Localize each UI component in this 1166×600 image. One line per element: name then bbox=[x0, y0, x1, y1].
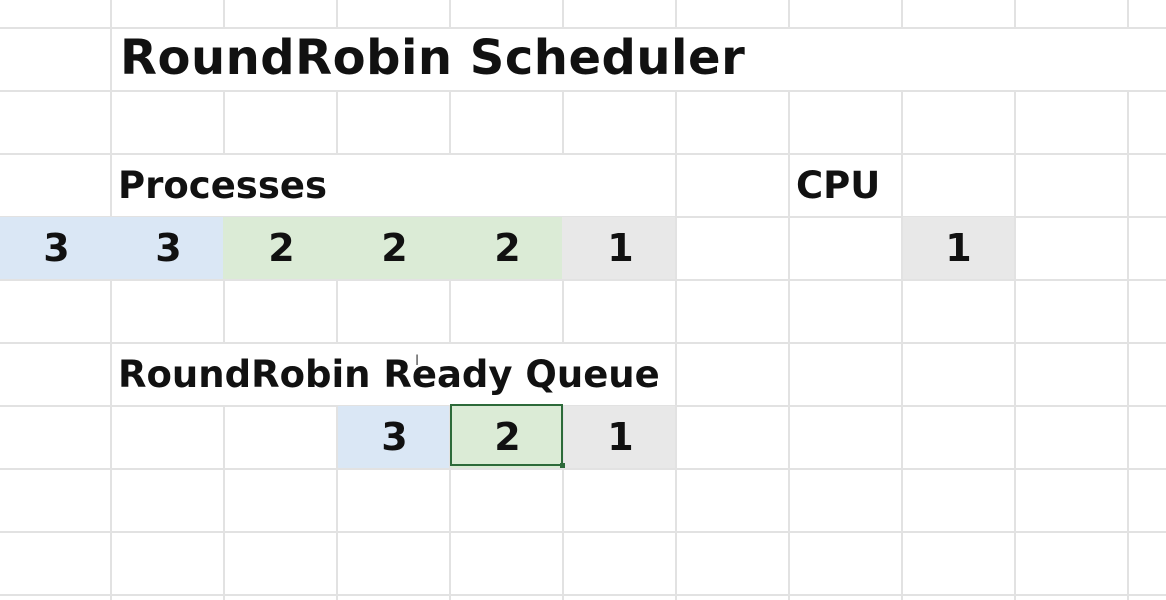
sheet-title[interactable]: RoundRobin Scheduler bbox=[120, 30, 745, 86]
grid-row-line bbox=[0, 531, 1166, 533]
cpu-cell[interactable]: 1 bbox=[902, 217, 1015, 279]
process-cell[interactable]: 3 bbox=[112, 217, 225, 279]
queue-cell[interactable]: 1 bbox=[564, 406, 677, 468]
text-cursor-icon: I bbox=[415, 353, 420, 369]
fill-handle[interactable] bbox=[560, 463, 565, 468]
grid-row-line bbox=[0, 90, 1166, 92]
process-cell[interactable]: 2 bbox=[338, 217, 451, 279]
spreadsheet-grid[interactable]: RoundRobin Scheduler Processes 3 3 2 2 2… bbox=[0, 0, 1166, 600]
queue-cell[interactable]: 3 bbox=[338, 406, 451, 468]
process-cell[interactable]: 1 bbox=[564, 217, 677, 279]
grid-row-line bbox=[0, 279, 1166, 281]
selected-cell-outline[interactable] bbox=[450, 404, 563, 466]
processes-label[interactable]: Processes bbox=[118, 164, 327, 207]
process-cell[interactable]: 2 bbox=[451, 217, 564, 279]
grid-row-line bbox=[0, 468, 1166, 470]
process-cell[interactable]: 3 bbox=[0, 217, 113, 279]
cpu-label[interactable]: CPU bbox=[796, 164, 880, 207]
ready-queue-label[interactable]: RoundRobin Ready Queue bbox=[118, 353, 660, 396]
grid-row-line bbox=[0, 594, 1166, 596]
process-cell[interactable]: 2 bbox=[225, 217, 338, 279]
